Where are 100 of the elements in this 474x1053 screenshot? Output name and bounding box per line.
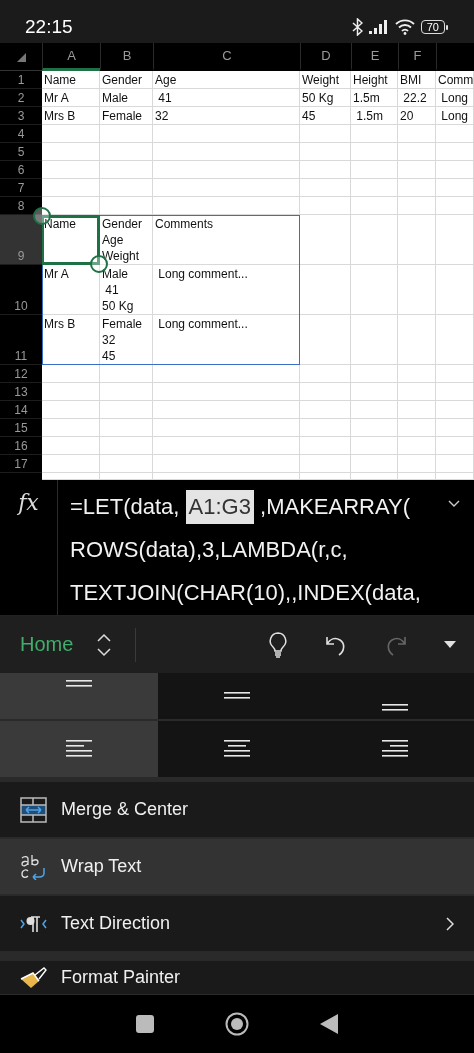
home-button[interactable] bbox=[225, 1012, 249, 1036]
lightbulb-button[interactable] bbox=[268, 631, 288, 658]
table-cell[interactable] bbox=[436, 265, 474, 315]
table-cell[interactable]: Male bbox=[100, 89, 153, 107]
table-cell[interactable] bbox=[153, 125, 300, 143]
row-header[interactable]: 11 bbox=[0, 315, 42, 365]
table-cell[interactable] bbox=[42, 143, 100, 161]
table-cell[interactable] bbox=[398, 383, 436, 401]
row-header[interactable]: 4 bbox=[0, 125, 42, 143]
table-cell[interactable]: Name bbox=[42, 71, 100, 89]
row-header[interactable]: 10 bbox=[0, 265, 42, 315]
table-cell[interactable] bbox=[300, 125, 351, 143]
table-cell[interactable] bbox=[100, 383, 153, 401]
table-cell[interactable] bbox=[100, 437, 153, 455]
select-all-icon[interactable] bbox=[16, 53, 26, 62]
table-cell[interactable] bbox=[42, 125, 100, 143]
row-header[interactable]: 15 bbox=[0, 419, 42, 437]
row-header[interactable]: 7 bbox=[0, 179, 42, 197]
table-cell[interactable] bbox=[100, 401, 153, 419]
table-cell[interactable] bbox=[398, 125, 436, 143]
table-cell[interactable] bbox=[351, 197, 398, 215]
column-header[interactable]: F bbox=[398, 43, 436, 71]
table-cell[interactable] bbox=[351, 161, 398, 179]
table-cell[interactable] bbox=[153, 401, 300, 419]
table-cell[interactable]: Weight bbox=[300, 71, 351, 89]
table-cell[interactable] bbox=[300, 455, 351, 473]
table-cell[interactable] bbox=[436, 143, 474, 161]
table-cell[interactable]: Gender bbox=[100, 71, 153, 89]
table-cell[interactable] bbox=[398, 161, 436, 179]
table-cell[interactable] bbox=[100, 419, 153, 437]
recents-button[interactable] bbox=[135, 1015, 154, 1033]
table-cell[interactable] bbox=[398, 401, 436, 419]
column-header[interactable]: E bbox=[351, 43, 398, 71]
column-header[interactable] bbox=[436, 43, 474, 71]
table-cell[interactable]: 50 Kg bbox=[300, 89, 351, 107]
table-cell[interactable] bbox=[42, 419, 100, 437]
table-cell[interactable] bbox=[436, 455, 474, 473]
table-cell[interactable] bbox=[351, 125, 398, 143]
alignment-button[interactable] bbox=[0, 721, 158, 777]
column-header[interactable]: A bbox=[42, 43, 100, 71]
table-cell[interactable]: Female 32 45 bbox=[100, 315, 153, 365]
table-cell[interactable] bbox=[436, 419, 474, 437]
table-cell[interactable]: 1.5m bbox=[351, 89, 398, 107]
table-cell[interactable] bbox=[436, 383, 474, 401]
expand-chevron-icon[interactable] bbox=[448, 500, 460, 507]
table-cell[interactable] bbox=[42, 401, 100, 419]
table-cell[interactable] bbox=[153, 179, 300, 197]
table-cell[interactable] bbox=[100, 197, 153, 215]
table-cell[interactable] bbox=[351, 437, 398, 455]
table-cell[interactable] bbox=[153, 455, 300, 473]
table-cell[interactable] bbox=[351, 401, 398, 419]
row-header[interactable]: 16 bbox=[0, 437, 42, 455]
table-cell[interactable] bbox=[300, 197, 351, 215]
table-cell[interactable]: Mrs B bbox=[42, 107, 100, 125]
table-cell[interactable] bbox=[42, 455, 100, 473]
table-cell[interactable] bbox=[100, 365, 153, 383]
table-cell[interactable]: Mr A bbox=[42, 265, 100, 315]
row-header[interactable]: 2 bbox=[0, 89, 42, 107]
table-cell[interactable] bbox=[398, 455, 436, 473]
table-cell[interactable] bbox=[42, 161, 100, 179]
table-cell[interactable] bbox=[100, 143, 153, 161]
row-header[interactable]: 6 bbox=[0, 161, 42, 179]
table-cell[interactable]: Long comment... bbox=[153, 265, 300, 315]
table-cell[interactable]: Mr A bbox=[42, 89, 100, 107]
column-header[interactable]: D bbox=[300, 43, 351, 71]
table-cell[interactable] bbox=[398, 197, 436, 215]
table-cell[interactable] bbox=[42, 437, 100, 455]
table-cell[interactable] bbox=[300, 215, 351, 265]
table-cell[interactable] bbox=[42, 383, 100, 401]
table-cell[interactable] bbox=[398, 265, 436, 315]
alignment-button[interactable] bbox=[158, 721, 316, 777]
table-cell[interactable] bbox=[300, 365, 351, 383]
table-cell[interactable]: Long bbox=[436, 89, 474, 107]
table-cell[interactable] bbox=[436, 215, 474, 265]
row-header[interactable]: 12 bbox=[0, 365, 42, 383]
table-cell[interactable]: Age bbox=[153, 71, 300, 89]
table-cell[interactable]: Male 41 50 Kg bbox=[100, 265, 153, 315]
table-cell[interactable]: 32 bbox=[153, 107, 300, 125]
table-cell[interactable]: Long bbox=[436, 107, 474, 125]
row-header[interactable]: 9 bbox=[0, 215, 42, 265]
table-cell[interactable]: Female bbox=[100, 107, 153, 125]
table-cell[interactable] bbox=[351, 419, 398, 437]
switch-tab-button[interactable] bbox=[97, 632, 112, 657]
table-cell[interactable]: Mrs B bbox=[42, 315, 100, 365]
table-cell[interactable] bbox=[153, 143, 300, 161]
table-cell[interactable] bbox=[300, 143, 351, 161]
table-cell[interactable] bbox=[351, 455, 398, 473]
table-cell[interactable]: 22.2 bbox=[398, 89, 436, 107]
table-cell[interactable] bbox=[100, 161, 153, 179]
table-cell[interactable] bbox=[351, 383, 398, 401]
table-cell[interactable] bbox=[42, 179, 100, 197]
table-cell[interactable] bbox=[398, 143, 436, 161]
menu-item[interactable]: Format Painter bbox=[0, 961, 474, 994]
menu-item[interactable]: Wrap Text bbox=[0, 839, 474, 894]
column-header[interactable]: B bbox=[100, 43, 153, 71]
table-cell[interactable]: 41 bbox=[153, 89, 300, 107]
row-header[interactable]: 3 bbox=[0, 107, 42, 125]
table-cell[interactable] bbox=[153, 419, 300, 437]
table-cell[interactable] bbox=[300, 437, 351, 455]
table-cell[interactable] bbox=[398, 315, 436, 365]
